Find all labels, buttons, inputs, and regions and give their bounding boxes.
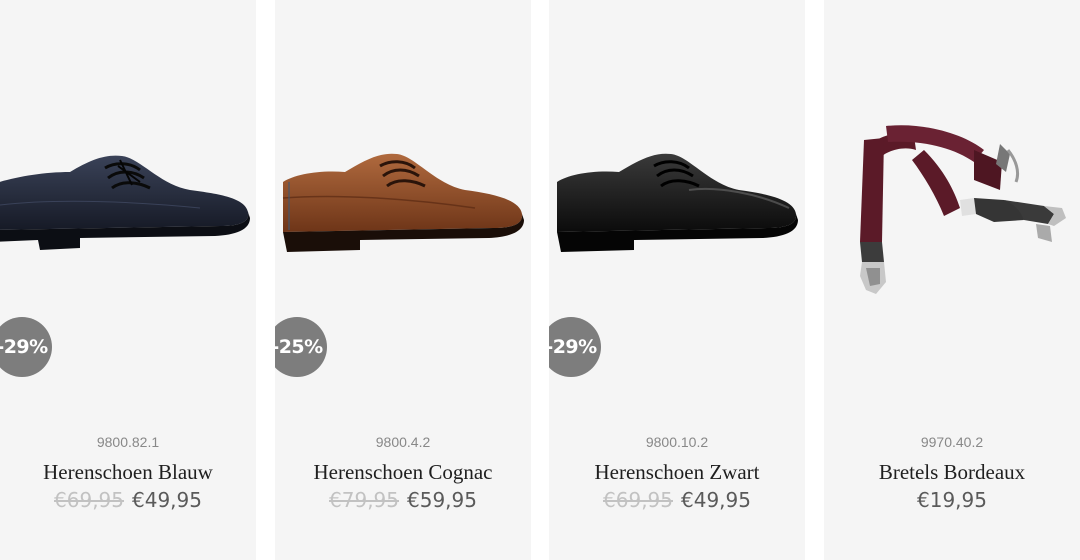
product-sku: 9800.4.2 (375, 434, 431, 450)
product-sku: 9970.40.2 (920, 434, 984, 450)
old-price: €69,95 (603, 488, 673, 512)
product-name-link[interactable]: Bretels Bordeaux (824, 460, 1080, 485)
old-price: €79,95 (329, 488, 399, 512)
price-block: €69,95 €49,95 (549, 488, 805, 512)
sale-price: €59,95 (407, 488, 477, 512)
product-sku: 9800.82.1 (96, 434, 160, 450)
sale-price: €49,95 (681, 488, 751, 512)
discount-badge: -29% (549, 317, 601, 377)
old-price: €69,95 (54, 488, 124, 512)
price-block: €69,95 €49,95 (0, 488, 256, 512)
product-image-cognac-shoe[interactable] (275, 90, 531, 310)
product-image-black-shoe[interactable] (549, 90, 805, 310)
product-sku: 9800.10.2 (645, 434, 709, 450)
product-grid: -29% 9800.82.1 Herenschoen Blauw €69,95 €… (0, 0, 1080, 560)
price-block: €19,95 (824, 488, 1080, 512)
price: €19,95 (917, 488, 987, 512)
product-name-link[interactable]: Herenschoen Cognac (275, 460, 531, 485)
sale-price: €49,95 (132, 488, 202, 512)
product-name-link[interactable]: Herenschoen Blauw (0, 460, 256, 485)
product-card-bretels-bordeaux[interactable]: 9970.40.2 Bretels Bordeaux €19,95 (824, 0, 1080, 560)
price-block: €79,95 €59,95 (275, 488, 531, 512)
product-card-herenschoen-cognac[interactable]: -25% 9800.4.2 Herenschoen Cognac €79,95 €… (275, 0, 531, 560)
discount-badge: -25% (275, 317, 327, 377)
product-name-link[interactable]: Herenschoen Zwart (549, 460, 805, 485)
product-card-herenschoen-zwart[interactable]: -29% 9800.10.2 Herenschoen Zwart €69,95 €… (549, 0, 805, 560)
product-image-navy-shoe[interactable] (0, 90, 256, 310)
discount-badge: -29% (0, 317, 52, 377)
product-image-suspenders[interactable] (824, 90, 1080, 310)
product-card-herenschoen-blauw[interactable]: -29% 9800.82.1 Herenschoen Blauw €69,95 €… (0, 0, 256, 560)
